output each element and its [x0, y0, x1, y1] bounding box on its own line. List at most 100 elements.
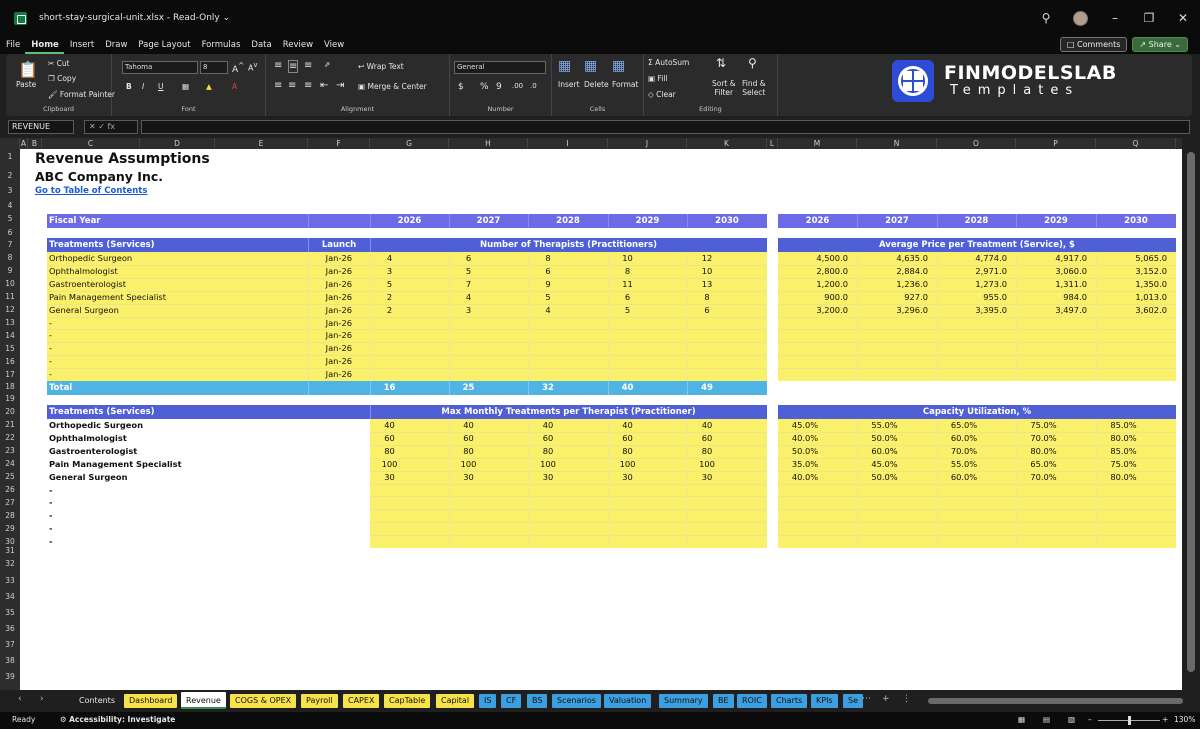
therapists-value[interactable]: 8 [608, 265, 647, 278]
font-size-select[interactable]: 8 [200, 61, 228, 74]
max-treatments-value[interactable]: 60 [528, 432, 568, 445]
capacity-value[interactable]: 80.0% [1096, 471, 1151, 484]
zoom-out-icon[interactable]: – [1088, 715, 1092, 724]
column-header-h[interactable]: H [449, 138, 528, 149]
number-format-select[interactable]: General [454, 61, 546, 74]
capacity-value[interactable]: 60.0% [937, 432, 991, 445]
row-header-27[interactable]: 27 [0, 498, 20, 507]
row-header-11[interactable]: 11 [0, 292, 20, 301]
max-treatments-value[interactable]: 100 [528, 458, 568, 471]
row-header-38[interactable]: 38 [0, 656, 20, 665]
borders-icon[interactable]: ▦ [182, 82, 189, 91]
add-sheet-icon[interactable]: + [882, 694, 890, 704]
capacity-value[interactable]: 85.0% [1096, 445, 1151, 458]
increase-decimal-icon[interactable]: .00 [512, 82, 523, 90]
max-treatments-value[interactable]: 100 [449, 458, 488, 471]
price-value[interactable]: 3,395.0 [937, 304, 1007, 317]
row-header-3[interactable]: 3 [0, 186, 20, 195]
capacity-value[interactable]: 70.0% [937, 445, 991, 458]
price-value[interactable]: 4,917.0 [1016, 252, 1087, 265]
delete-cells-icon[interactable]: ▦ [584, 58, 597, 74]
therapists-value[interactable]: 10 [608, 252, 647, 265]
capacity-value[interactable]: 85.0% [1096, 419, 1151, 432]
max-treatments-value[interactable]: 60 [370, 432, 409, 445]
sheet-tab-capital[interactable]: Capital [436, 694, 475, 708]
paste-button[interactable]: Paste [16, 80, 36, 89]
capacity-value[interactable]: 50.0% [857, 471, 912, 484]
row-header-33[interactable]: 33 [0, 576, 20, 585]
capacity-value[interactable]: 55.0% [937, 458, 991, 471]
launch-date[interactable]: Jan-26 [308, 304, 352, 317]
launch-date[interactable]: Jan-26 [308, 355, 352, 368]
row-header-6[interactable]: 6 [0, 228, 20, 237]
formula-icons[interactable]: ✕ ✓ fx [84, 120, 138, 134]
max-treatments-value[interactable]: 80 [687, 445, 727, 458]
merge-center-button[interactable]: ▣ Merge & Center [358, 82, 427, 91]
service-name-2[interactable]: Pain Management Specialist [49, 458, 182, 471]
format-painter-button[interactable]: 🖌 Format Painter [48, 90, 115, 99]
max-treatments-value[interactable]: 60 [449, 432, 488, 445]
sort-filter-icon[interactable]: ⇅ [716, 56, 726, 70]
align-bottom-icon[interactable]: ≡ [304, 60, 312, 71]
sheet-tab-se[interactable]: Se [843, 694, 863, 708]
row-header-34[interactable]: 34 [0, 592, 20, 601]
service-name[interactable]: - [49, 368, 52, 381]
therapists-value[interactable]: 5 [370, 278, 409, 291]
row-header-9[interactable]: 9 [0, 266, 20, 275]
align-right-icon[interactable]: ≡ [304, 80, 312, 91]
max-treatments-value[interactable]: 30 [528, 471, 568, 484]
price-value[interactable]: 2,800.0 [778, 265, 848, 278]
therapists-value[interactable]: 5 [528, 291, 568, 304]
sheet-tab-charts[interactable]: Charts [771, 694, 808, 708]
column-header-m[interactable]: M [778, 138, 857, 149]
therapists-value[interactable]: 6 [608, 291, 647, 304]
max-treatments-value[interactable]: 100 [370, 458, 409, 471]
capacity-value[interactable]: 50.0% [857, 432, 912, 445]
row-header-29[interactable]: 29 [0, 524, 20, 533]
underline-button[interactable]: U [158, 82, 164, 91]
therapists-value[interactable]: 8 [687, 291, 727, 304]
max-treatments-value[interactable]: 80 [608, 445, 647, 458]
sheet-tab-is[interactable]: IS [479, 694, 497, 708]
launch-date[interactable]: Jan-26 [308, 317, 352, 330]
max-treatments-value[interactable]: 30 [449, 471, 488, 484]
column-header-i[interactable]: I [528, 138, 608, 149]
therapists-value[interactable]: 4 [449, 291, 488, 304]
therapists-value[interactable]: 6 [449, 252, 488, 265]
bold-button[interactable]: B [126, 82, 132, 91]
launch-date[interactable]: Jan-26 [308, 265, 352, 278]
service-name[interactable]: - [49, 342, 52, 355]
therapists-value[interactable]: 4 [370, 252, 409, 265]
tab-page-layout[interactable]: Page Layout [132, 36, 195, 54]
align-middle-icon[interactable]: ≡ [288, 60, 299, 73]
capacity-value[interactable]: 50.0% [778, 445, 832, 458]
row-header-16[interactable]: 16 [0, 357, 20, 366]
sheet-tab-valuation[interactable]: Valuation [604, 694, 652, 708]
launch-date[interactable]: Jan-26 [308, 291, 352, 304]
capacity-value[interactable]: 35.0% [778, 458, 832, 471]
row-header-7[interactable]: 7 [0, 240, 20, 249]
column-header-o[interactable]: O [937, 138, 1016, 149]
price-value[interactable]: 3,497.0 [1016, 304, 1087, 317]
column-header-g[interactable]: G [370, 138, 449, 149]
price-value[interactable]: 4,500.0 [778, 252, 848, 265]
launch-date[interactable]: Jan-26 [308, 368, 352, 381]
max-treatments-value[interactable]: 30 [687, 471, 727, 484]
indent-increase-icon[interactable]: ⇥ [336, 80, 344, 91]
price-value[interactable]: 984.0 [1016, 291, 1087, 304]
comments-button[interactable]: □ Comments [1059, 37, 1128, 52]
capacity-value[interactable]: 70.0% [1016, 432, 1071, 445]
therapists-value[interactable]: 11 [608, 278, 647, 291]
therapists-value[interactable]: 5 [449, 265, 488, 278]
name-box[interactable]: REVENUE [8, 120, 74, 134]
sheet-tab-summary[interactable]: Summary [659, 694, 708, 708]
tab-formulas[interactable]: Formulas [196, 36, 246, 54]
column-header-q[interactable]: Q [1096, 138, 1176, 149]
row-header-15[interactable]: 15 [0, 344, 20, 353]
decrease-font-icon[interactable]: Av [248, 61, 257, 73]
sheet-tab-captable[interactable]: CapTable [384, 694, 431, 708]
service-name[interactable]: Ophthalmologist [49, 265, 118, 278]
row-header-19[interactable]: 19 [0, 394, 20, 403]
sheet-tab-contents[interactable]: Contents [74, 694, 120, 708]
capacity-value[interactable]: 65.0% [937, 419, 991, 432]
